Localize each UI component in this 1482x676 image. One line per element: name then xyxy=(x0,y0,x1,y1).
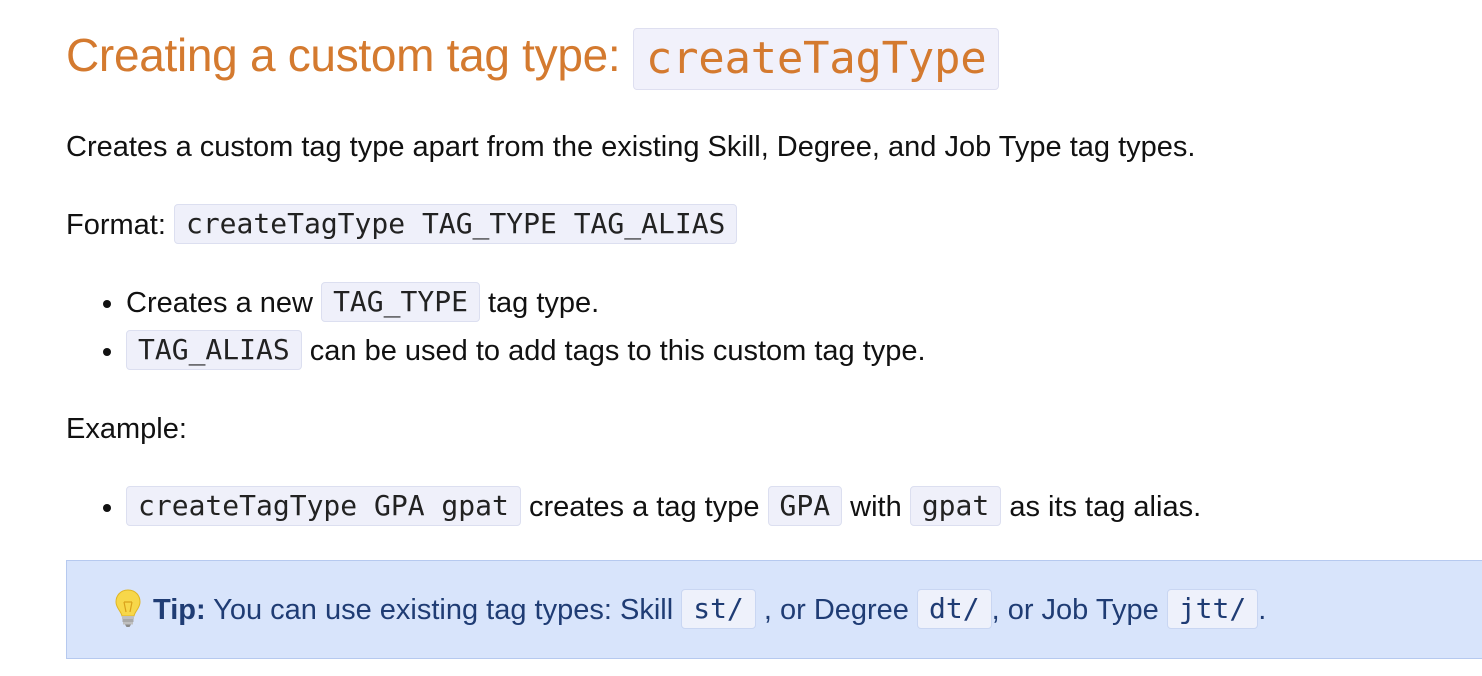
parameter-list: Creates a new TAG_TYPE tag type. TAG_ALI… xyxy=(66,281,926,377)
list-item-text: can be used to add tags to this custom t… xyxy=(309,335,926,367)
tip-box: Tip: You can use existing tag types: Ski… xyxy=(66,560,1482,659)
inline-code: st/ xyxy=(681,589,756,630)
inline-code: GPA xyxy=(767,486,843,527)
format-line: Format: createTagType TAG_TYPE TAG_ALIAS xyxy=(66,203,738,247)
list-item: createTagType GPA gpat creates a tag typ… xyxy=(126,485,1201,529)
tip-line: Tip: You can use existing tag types: Ski… xyxy=(113,588,1266,632)
inline-code: TAG_ALIAS xyxy=(126,330,302,371)
example-label: Example: xyxy=(66,413,187,445)
example-list: createTagType GPA gpat creates a tag typ… xyxy=(66,485,1201,529)
list-item-text: creates a tag type xyxy=(528,491,760,523)
lightbulb-icon xyxy=(115,589,141,628)
inline-code: TAG_TYPE xyxy=(321,282,480,323)
tip-text: . xyxy=(1258,594,1267,626)
page-title-text: Creating a custom tag type: xyxy=(66,29,621,81)
format-label: Format: xyxy=(66,209,166,241)
tip-label: Tip: xyxy=(153,594,206,626)
tip-text: You can use existing tag types: Skill xyxy=(213,594,674,626)
list-item: Creates a new TAG_TYPE tag type. xyxy=(126,281,926,325)
tip-text: , or Degree xyxy=(763,594,909,626)
list-item-text: as its tag alias. xyxy=(1009,491,1202,523)
command-description: Creates a custom tag type apart from the… xyxy=(66,131,1196,163)
page-title: Creating a custom tag type: createTagTyp… xyxy=(66,22,1000,90)
list-item-text: with xyxy=(850,491,902,523)
page-title-code: createTagType xyxy=(632,27,1000,90)
list-item-text: Creates a new xyxy=(126,287,313,319)
inline-code: gpat xyxy=(909,486,1002,527)
tip-text: , or Job Type xyxy=(991,594,1159,626)
inline-code: jtt/ xyxy=(1166,589,1259,630)
format-code: createTagType TAG_TYPE TAG_ALIAS xyxy=(173,204,738,245)
list-item: TAG_ALIAS can be used to add tags to thi… xyxy=(126,329,926,373)
inline-code: createTagType GPA gpat xyxy=(126,486,521,527)
list-item-text: tag type. xyxy=(487,287,600,319)
inline-code: dt/ xyxy=(917,589,992,630)
